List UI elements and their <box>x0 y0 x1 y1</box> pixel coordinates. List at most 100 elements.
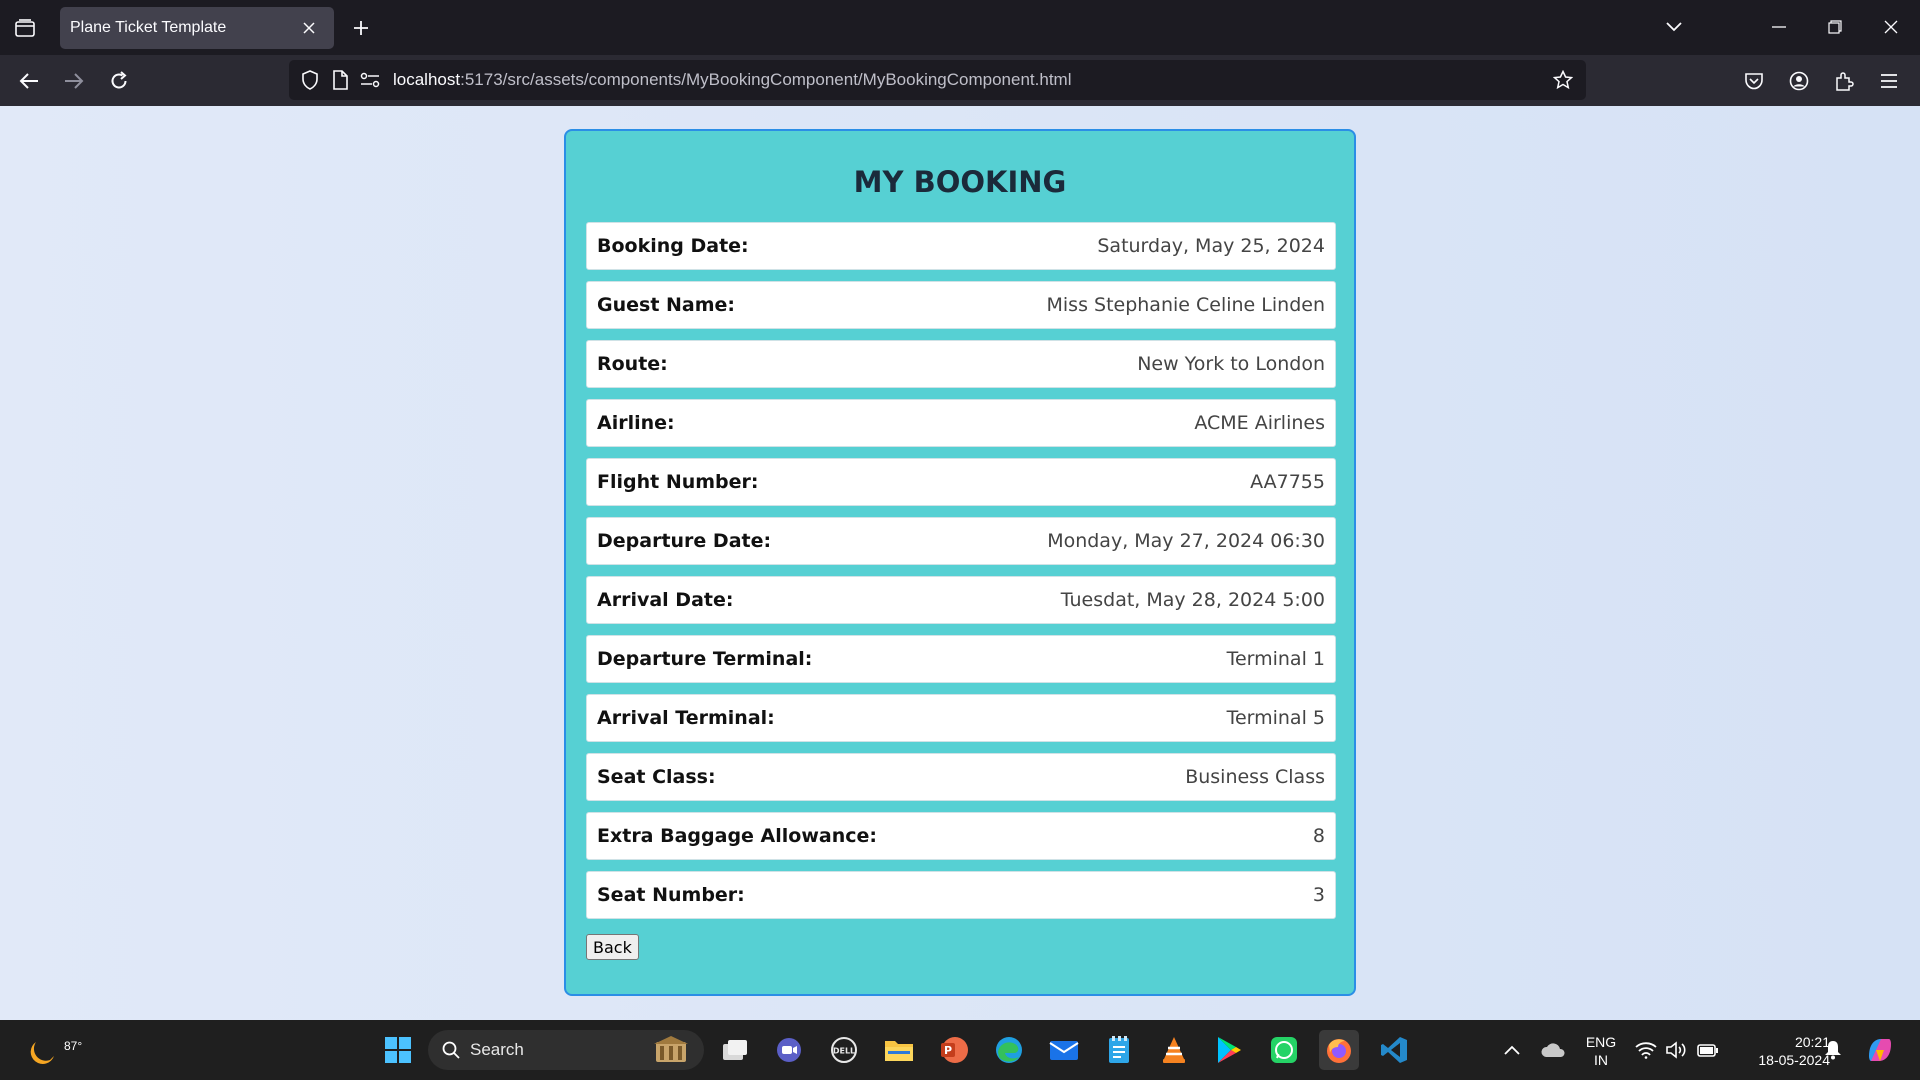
tab-list-icon[interactable] <box>10 14 40 42</box>
arrival-terminal-row: Arrival Terminal: Terminal 5 <box>586 694 1336 742</box>
flight-number-row: Flight Number: AA7755 <box>586 458 1336 506</box>
row-label: Flight Number: <box>597 471 759 493</box>
route-row: Route: New York to London <box>586 340 1336 388</box>
onedrive-cloud-icon[interactable] <box>1533 1030 1573 1070</box>
file-explorer-icon[interactable] <box>879 1030 919 1070</box>
temperature: 87° <box>64 1039 83 1053</box>
minimize-icon[interactable] <box>1762 12 1796 42</box>
play-store-icon[interactable] <box>1209 1030 1249 1070</box>
airline-row: Airline: ACME Airlines <box>586 399 1336 447</box>
new-tab-icon[interactable] <box>346 13 376 43</box>
row-label: Airline: <box>597 412 675 434</box>
row-value: AA7755 <box>1250 471 1325 493</box>
browser-nav-bar: localhost:5173/src/assets/components/MyB… <box>0 55 1920 106</box>
row-label: Seat Class: <box>597 766 716 788</box>
booking-card: MY BOOKING Booking Date: Saturday, May 25… <box>564 129 1356 996</box>
departure-terminal-row: Departure Terminal: Terminal 1 <box>586 635 1336 683</box>
reload-icon[interactable] <box>102 64 136 98</box>
whatsapp-icon[interactable] <box>1264 1030 1304 1070</box>
row-value: Tuesdat, May 28, 2024 5:00 <box>1060 589 1325 611</box>
start-windows-icon[interactable] <box>378 1030 418 1070</box>
seat-class-row: Seat Class: Business Class <box>586 753 1336 801</box>
row-value: Terminal 1 <box>1226 648 1325 670</box>
menu-hamburger-icon[interactable] <box>1872 64 1906 98</box>
svg-text:P: P <box>944 1044 952 1057</box>
search-label: Search <box>470 1040 524 1059</box>
permissions-icon[interactable] <box>355 65 385 95</box>
close-tab-icon[interactable] <box>298 17 320 39</box>
row-value: Monday, May 27, 2024 06:30 <box>1047 530 1325 552</box>
restore-icon[interactable] <box>1818 12 1852 42</box>
vscode-icon[interactable] <box>1374 1030 1414 1070</box>
row-value: Terminal 5 <box>1226 707 1325 729</box>
battery-icon[interactable] <box>1690 1030 1726 1070</box>
mail-icon[interactable] <box>1044 1030 1084 1070</box>
taskbar: 87° Search DELL P ENG IN 20:21 18-05-202… <box>0 1020 1920 1080</box>
row-label: Route: <box>597 353 668 375</box>
svg-text:DELL: DELL <box>833 1047 855 1056</box>
row-value: ACME Airlines <box>1194 412 1325 434</box>
browser-tab[interactable]: Plane Ticket Template <box>60 7 334 49</box>
task-view-icon[interactable] <box>715 1030 755 1070</box>
url-text[interactable]: localhost:5173/src/assets/components/MyB… <box>393 70 1071 90</box>
back-arrow-icon[interactable] <box>12 64 46 98</box>
row-label: Departure Terminal: <box>597 648 813 670</box>
notepad-icon[interactable] <box>1099 1030 1139 1070</box>
arrival-date-row: Arrival Date: Tuesdat, May 28, 2024 5:00 <box>586 576 1336 624</box>
account-icon[interactable] <box>1782 64 1816 98</box>
page-icon[interactable] <box>325 65 355 95</box>
row-label: Extra Baggage Allowance: <box>597 825 877 847</box>
edge-browser-icon[interactable] <box>989 1030 1029 1070</box>
close-window-icon[interactable] <box>1874 12 1908 42</box>
url-host: localhost <box>393 70 461 89</box>
firefox-icon[interactable] <box>1319 1030 1359 1070</box>
row-label: Arrival Date: <box>597 589 734 611</box>
weather-widget[interactable]: 87° <box>24 1028 82 1072</box>
guest-name-row: Guest Name: Miss Stephanie Celine Linden <box>586 281 1336 329</box>
page-title: MY BOOKING <box>853 165 1067 199</box>
extensions-icon[interactable] <box>1827 64 1861 98</box>
row-value: Miss Stephanie Celine Linden <box>1046 294 1326 316</box>
row-value: New York to London <box>1137 353 1325 375</box>
url-path: :5173/src/assets/components/MyBookingCom… <box>460 70 1072 89</box>
forward-arrow-icon[interactable] <box>57 64 91 98</box>
row-label: Departure Date: <box>597 530 772 552</box>
booking-date-row: Booking Date: Saturday, May 25, 2024 <box>586 222 1336 270</box>
bookmark-star-icon[interactable] <box>1548 65 1578 95</box>
extra-baggage-row: Extra Baggage Allowance: 8 <box>586 812 1336 860</box>
tab-overflow-chevron-icon[interactable] <box>1657 12 1691 42</box>
moon-icon <box>30 1042 54 1064</box>
search-highlight-icon <box>654 1036 688 1062</box>
departure-date-row: Departure Date: Monday, May 27, 2024 06:3… <box>586 517 1336 565</box>
language-indicator[interactable]: ENG IN <box>1580 1033 1622 1069</box>
volume-icon[interactable] <box>1658 1030 1694 1070</box>
teams-chat-icon[interactable] <box>769 1030 809 1070</box>
address-bar[interactable]: localhost:5173/src/assets/components/MyB… <box>289 60 1586 100</box>
taskbar-search[interactable]: Search <box>428 1030 704 1070</box>
row-value: 3 <box>1312 884 1325 906</box>
row-value: 8 <box>1312 825 1325 847</box>
row-label: Guest Name: <box>597 294 736 316</box>
pocket-icon[interactable] <box>1737 64 1771 98</box>
powerpoint-icon[interactable]: P <box>934 1030 974 1070</box>
dell-icon[interactable]: DELL <box>824 1030 864 1070</box>
row-label: Seat Number: <box>597 884 745 906</box>
row-label: Booking Date: <box>597 235 749 257</box>
row-value: Business Class <box>1185 766 1325 788</box>
page-viewport: MY BOOKING Booking Date: Saturday, May 25… <box>0 106 1920 1020</box>
show-hidden-icons-chevron[interactable] <box>1492 1030 1532 1070</box>
tab-title: Plane Ticket Template <box>70 19 227 36</box>
shield-icon[interactable] <box>295 65 325 95</box>
notification-bell-icon[interactable] <box>1815 1030 1851 1070</box>
copilot-icon[interactable] <box>1860 1030 1900 1070</box>
vlc-player-icon[interactable] <box>1154 1030 1194 1070</box>
row-value: Saturday, May 25, 2024 <box>1097 235 1325 257</box>
language-code: ENG <box>1585 1034 1617 1050</box>
region-code: IN <box>1594 1052 1608 1068</box>
booking-details-list: Booking Date: Saturday, May 25, 2024 Gues… <box>586 222 1336 930</box>
browser-tab-bar: Plane Ticket Template <box>0 0 1920 55</box>
search-icon <box>442 1041 460 1059</box>
row-label: Arrival Terminal: <box>597 707 775 729</box>
back-button[interactable]: Back <box>586 934 639 960</box>
seat-number-row: Seat Number: 3 <box>586 871 1336 919</box>
